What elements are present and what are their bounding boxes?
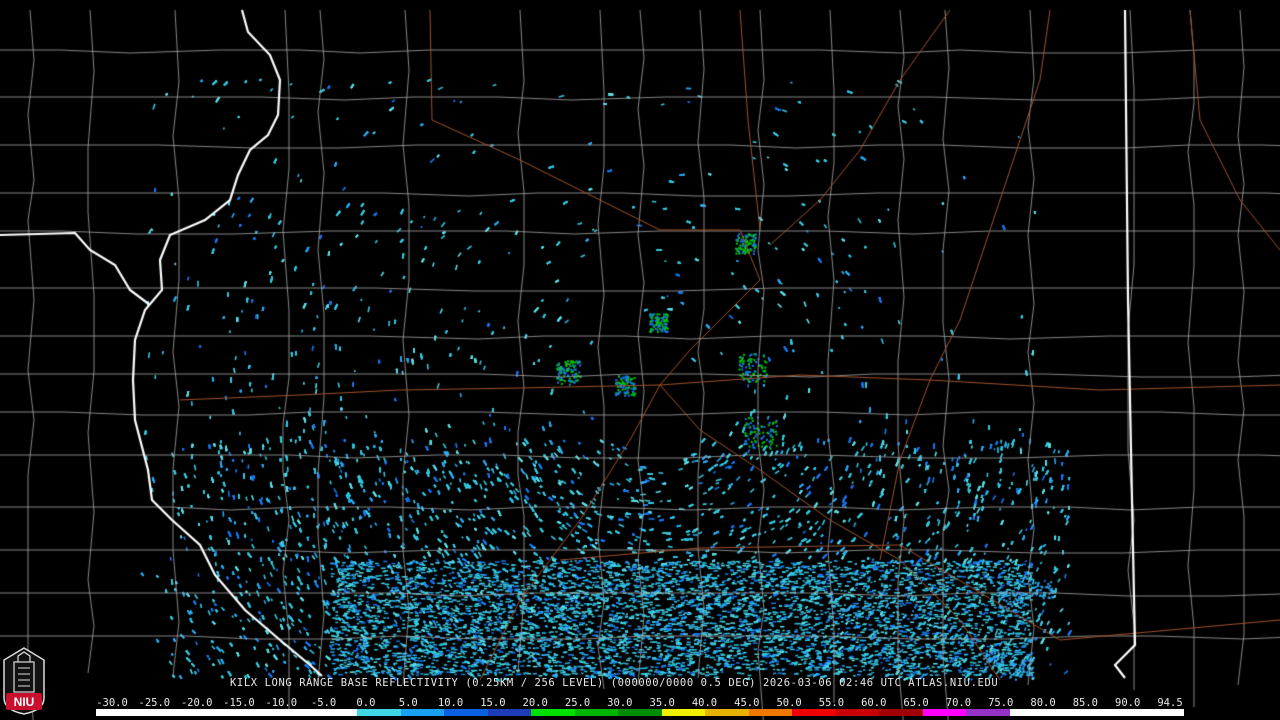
scale-color-swatch bbox=[1053, 709, 1097, 716]
scale-color-swatch bbox=[531, 709, 575, 716]
scale-label: -20.0 bbox=[180, 697, 213, 709]
scale-color-swatch bbox=[357, 709, 401, 716]
scale-color-swatch bbox=[1009, 709, 1054, 716]
scale-label: -10.0 bbox=[265, 697, 298, 709]
scale-label: 65.0 bbox=[903, 697, 929, 709]
scale-label: 75.0 bbox=[988, 697, 1014, 709]
scale-color-swatch bbox=[444, 709, 488, 716]
scale-label: 55.0 bbox=[818, 697, 845, 709]
scale-label: 80.0 bbox=[1030, 697, 1056, 709]
color-scale-bar bbox=[96, 709, 1184, 716]
scale-label: -25.0 bbox=[138, 697, 171, 709]
scale-color-swatch bbox=[400, 709, 445, 716]
scale-color-swatch bbox=[226, 709, 271, 716]
scale-color-swatch bbox=[487, 709, 532, 716]
scale-color-swatch bbox=[1096, 709, 1141, 716]
scale-color-swatch bbox=[879, 709, 923, 716]
scale-color-swatch bbox=[313, 709, 358, 716]
scale-label: 50.0 bbox=[776, 697, 802, 709]
scale-color-swatch bbox=[574, 709, 619, 716]
scale-label: 30.0 bbox=[607, 697, 633, 709]
scale-label: 85.0 bbox=[1072, 697, 1099, 709]
scale-color-swatch bbox=[1140, 709, 1184, 716]
scale-label: 20.0 bbox=[522, 697, 548, 709]
scale-label: 60.0 bbox=[861, 697, 887, 709]
scale-color-swatch bbox=[748, 709, 793, 716]
scale-color-swatch bbox=[661, 709, 706, 716]
scale-color-swatch bbox=[270, 709, 314, 716]
scale-label: -15.0 bbox=[223, 697, 255, 709]
scale-label: -5.0 bbox=[310, 697, 337, 709]
scale-label: 5.0 bbox=[398, 697, 418, 709]
scale-color-swatch bbox=[792, 709, 836, 716]
scale-label: 25.0 bbox=[564, 697, 591, 709]
scale-color-swatch bbox=[835, 709, 880, 716]
scale-label: 90.0 bbox=[1115, 697, 1141, 709]
scale-label: 70.0 bbox=[945, 697, 972, 709]
scale-color-swatch bbox=[139, 709, 184, 716]
scale-label: 94.5 bbox=[1157, 697, 1183, 709]
scale-color-swatch bbox=[705, 709, 749, 716]
scale-label: 10.0 bbox=[437, 697, 464, 709]
niu-logo-icon: NIU bbox=[3, 647, 45, 715]
radar-reflectivity-map bbox=[0, 0, 1280, 720]
scale-color-swatch bbox=[183, 709, 227, 716]
scale-color-swatch bbox=[922, 709, 967, 716]
scale-color-swatch bbox=[966, 709, 1010, 716]
scale-label: 45.0 bbox=[734, 697, 760, 709]
scale-color-swatch bbox=[618, 709, 662, 716]
scale-label: 0.0 bbox=[356, 697, 376, 709]
scale-label: 40.0 bbox=[691, 697, 718, 709]
scale-label: 35.0 bbox=[649, 697, 675, 709]
svg-text:NIU: NIU bbox=[14, 695, 35, 709]
product-caption: KILX LONG RANGE BASE REFLECTIVITY (0.25K… bbox=[230, 677, 999, 689]
scale-label: 15.0 bbox=[480, 697, 506, 709]
scale-label: -30.0 bbox=[96, 697, 128, 709]
scale-color-swatch bbox=[96, 709, 140, 716]
color-scale-labels: -30.0 -25.0 -20.0 -15.0 -10.0 -5.0 0.0 5.0 10.0 1… bbox=[92, 697, 1192, 709]
